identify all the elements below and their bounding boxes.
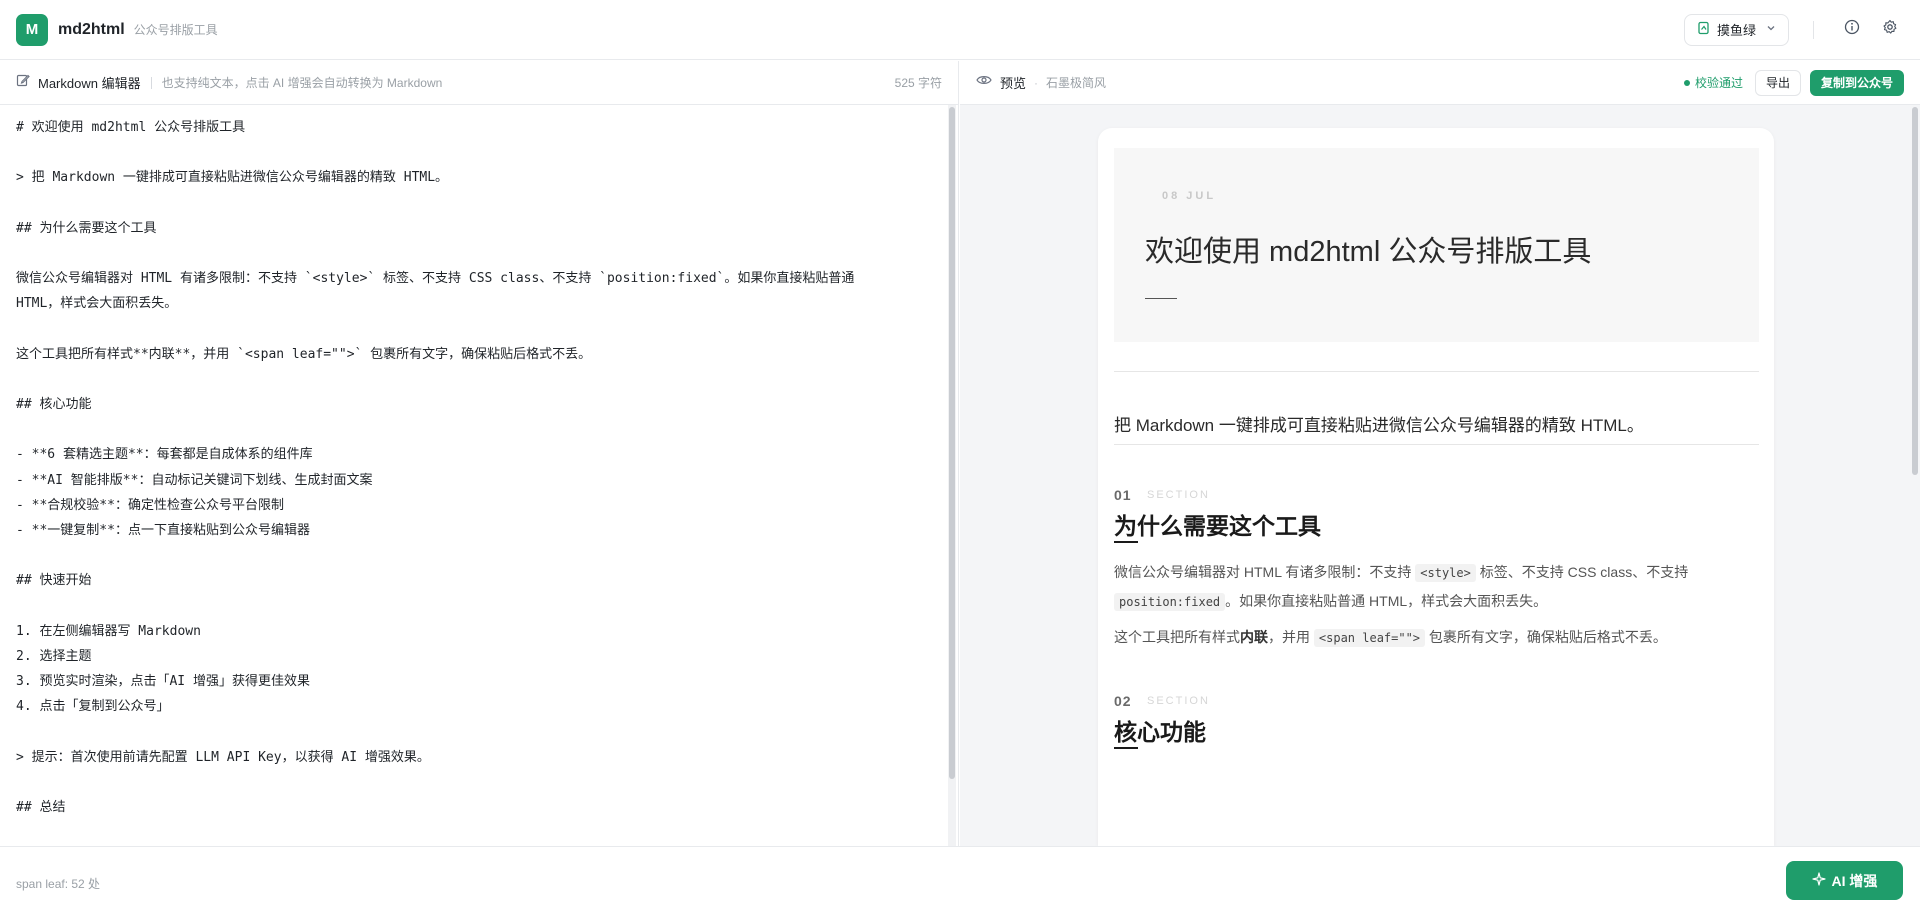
editor-title: Markdown 编辑器: [38, 76, 141, 91]
editor-pane: Markdown 编辑器 也支持纯文本，点击 AI 增强会自动转换为 Markd…: [0, 61, 959, 846]
paragraph-text: 这个工具把所有样式: [1114, 629, 1240, 645]
editor-header-divider: [150, 76, 152, 89]
editor-line: 2. 选择主题: [16, 648, 92, 664]
app-subtitle: 公众号排版工具: [133, 23, 218, 37]
bottom-bar: span leaf: 52 处 AI 增强: [0, 846, 1920, 911]
editor-line: 1. 在左侧编辑器写 Markdown: [16, 623, 201, 639]
editor-line: 4. 点击「复制到公众号」: [16, 699, 170, 715]
section-rule: [1114, 541, 1138, 543]
editor-line: - **AI 智能排版**：自动标记关键词下划线、生成封面文案: [16, 472, 373, 488]
editor-line: 这个工具把所有样式**内联**，并用 `<span leaf="">` 包裹所有…: [16, 346, 592, 362]
sparkle-icon: [1811, 872, 1826, 889]
paragraph-text: 标签、不支持 CSS class、不支持: [1475, 564, 1689, 580]
editor-hint: 也支持纯文本，点击 AI 增强会自动转换为 Markdown: [161, 76, 443, 90]
editor-line: ## 核心功能: [16, 397, 92, 413]
gear-icon: [1882, 19, 1898, 40]
topbar-divider: [1813, 20, 1814, 39]
section-paragraph: 微信公众号编辑器对 HTML 有诸多限制：不支持 <style> 标签、不支持 …: [1114, 558, 1734, 616]
editor-header: Markdown 编辑器 也支持纯文本，点击 AI 增强会自动转换为 Markd…: [0, 61, 958, 105]
status-dot-icon: [1683, 79, 1690, 86]
theme-selector[interactable]: 摸鱼绿: [1683, 13, 1789, 46]
preview-scrollbar-thumb[interactable]: [1912, 107, 1918, 475]
inline-code: <span leaf="">: [1313, 629, 1426, 647]
paragraph-text: 微信公众号编辑器对 HTML 有诸多限制：不支持: [1114, 564, 1416, 580]
editor-line: ## 为什么需要这个工具: [16, 220, 157, 236]
section-rule: [1114, 747, 1138, 749]
chevron-down-icon: [1766, 23, 1776, 36]
export-button[interactable]: 导出: [1754, 69, 1801, 96]
inline-code: position:fixed: [1114, 593, 1226, 611]
validation-status: 校验通过: [1683, 74, 1743, 91]
edit-icon: [16, 73, 30, 92]
editor-line: - **合规校验**：确定性检查公众号平台限制: [16, 497, 284, 513]
paragraph-text: 包裹所有文字，确保粘贴后格式不丢。: [1425, 629, 1667, 645]
article-title: 欢迎使用 md2html 公众号排版工具: [1145, 236, 1592, 268]
section-tag: SECTION: [1147, 695, 1210, 707]
editor-line: HTML，样式会大面积丢失。: [16, 296, 178, 312]
editor-line: ## 快速开始: [16, 573, 92, 589]
section-title: 为什么需要这个工具: [1114, 513, 1321, 539]
topbar-actions: 摸鱼绿: [1683, 13, 1904, 46]
preview-title: 预览: [1000, 76, 1027, 91]
app-logo: M: [16, 13, 48, 46]
app-name: md2html: [58, 20, 125, 38]
article-hero: 08 JUL 欢迎使用 md2html 公众号排版工具: [1114, 148, 1759, 342]
top-bar: M md2html 公众号排版工具 摸鱼绿: [0, 0, 1920, 60]
editor-line: 3. 预览实时渲染，点击「AI 增强」获得更佳效果: [16, 674, 310, 690]
editor-line: 微信公众号编辑器对 HTML 有诸多限制：不支持 `<style>` 标签、不支…: [16, 271, 855, 287]
preview-scrollbar[interactable]: [1910, 105, 1920, 846]
editor-scrollbar-thumb[interactable]: [949, 107, 955, 779]
preview-title-dot: ·: [1034, 75, 1039, 90]
info-button[interactable]: [1838, 16, 1866, 44]
preview-pane: 预览 · 石墨极简风 校验通过 导出 复制到公众号 08 JUL 欢迎使用 md…: [960, 61, 1920, 846]
section-title: 核心功能: [1114, 719, 1206, 745]
article-date: 08 JUL: [1162, 190, 1217, 202]
article-preview: 08 JUL 欢迎使用 md2html 公众号排版工具 把 Markdown 一…: [1098, 128, 1774, 846]
eye-icon: [976, 73, 992, 92]
preview-theme-name: 石墨极简风: [1046, 76, 1107, 90]
paragraph-text: 。如果你直接粘贴普通 HTML，样式会大面积丢失。: [1225, 593, 1548, 609]
section-number: 02: [1114, 693, 1132, 709]
paragraph-text: ，并用: [1268, 629, 1314, 645]
hero-rule: [1145, 298, 1177, 299]
editor-line: # 欢迎使用 md2html 公众号排版工具: [16, 120, 246, 135]
bold-text: 内联: [1240, 629, 1268, 645]
theme-selector-label: 摸鱼绿: [1716, 23, 1756, 38]
preview-actions: 校验通过 导出 复制到公众号: [1683, 69, 1904, 96]
article-divider-top: [1114, 371, 1759, 372]
inline-code: <style>: [1415, 564, 1476, 582]
preview-header: 预览 · 石墨极简风 校验通过 导出 复制到公众号: [960, 61, 1920, 105]
markdown-textarea[interactable]: # 欢迎使用 md2html 公众号排版工具 > 把 Markdown 一键排成可…: [0, 105, 950, 846]
section-number: 01: [1114, 487, 1132, 503]
char-count: 525 字符: [894, 76, 942, 90]
editor-line: - **6 套精选主题**：每套都是自成体系的组件库: [16, 447, 313, 463]
ai-enhance-button[interactable]: AI 增强: [1786, 861, 1903, 900]
section-paragraph: 这个工具把所有样式内联，并用 <span leaf=""> 包裹所有文字，确保粘…: [1114, 623, 1734, 652]
theme-palette-icon: [1697, 21, 1711, 38]
editor-scrollbar[interactable]: [948, 105, 956, 846]
settings-button[interactable]: [1876, 16, 1904, 44]
section-tag: SECTION: [1147, 489, 1210, 501]
copy-to-wechat-button[interactable]: 复制到公众号: [1809, 69, 1904, 96]
editor-line: > 提示：首次使用前请先配置 LLM API Key，以获得 AI 增强效果。: [16, 749, 430, 765]
editor-line: > 把 Markdown 一键排成可直接粘贴进微信公众号编辑器的精致 HTML。: [16, 170, 449, 186]
editor-line: ## 总结: [16, 800, 66, 816]
article-divider-bottom: [1114, 444, 1759, 445]
info-icon: [1844, 19, 1860, 40]
span-leaf-status: span leaf: 52 处: [16, 877, 101, 891]
editor-line: - **一键复制**：点一下直接粘贴到公众号编辑器: [16, 523, 310, 538]
validation-label: 校验通过: [1694, 76, 1743, 90]
ai-enhance-label: AI 增强: [1831, 872, 1878, 889]
article-lead: 把 Markdown 一键排成可直接粘贴进微信公众号编辑器的精致 HTML。: [1114, 416, 1644, 435]
